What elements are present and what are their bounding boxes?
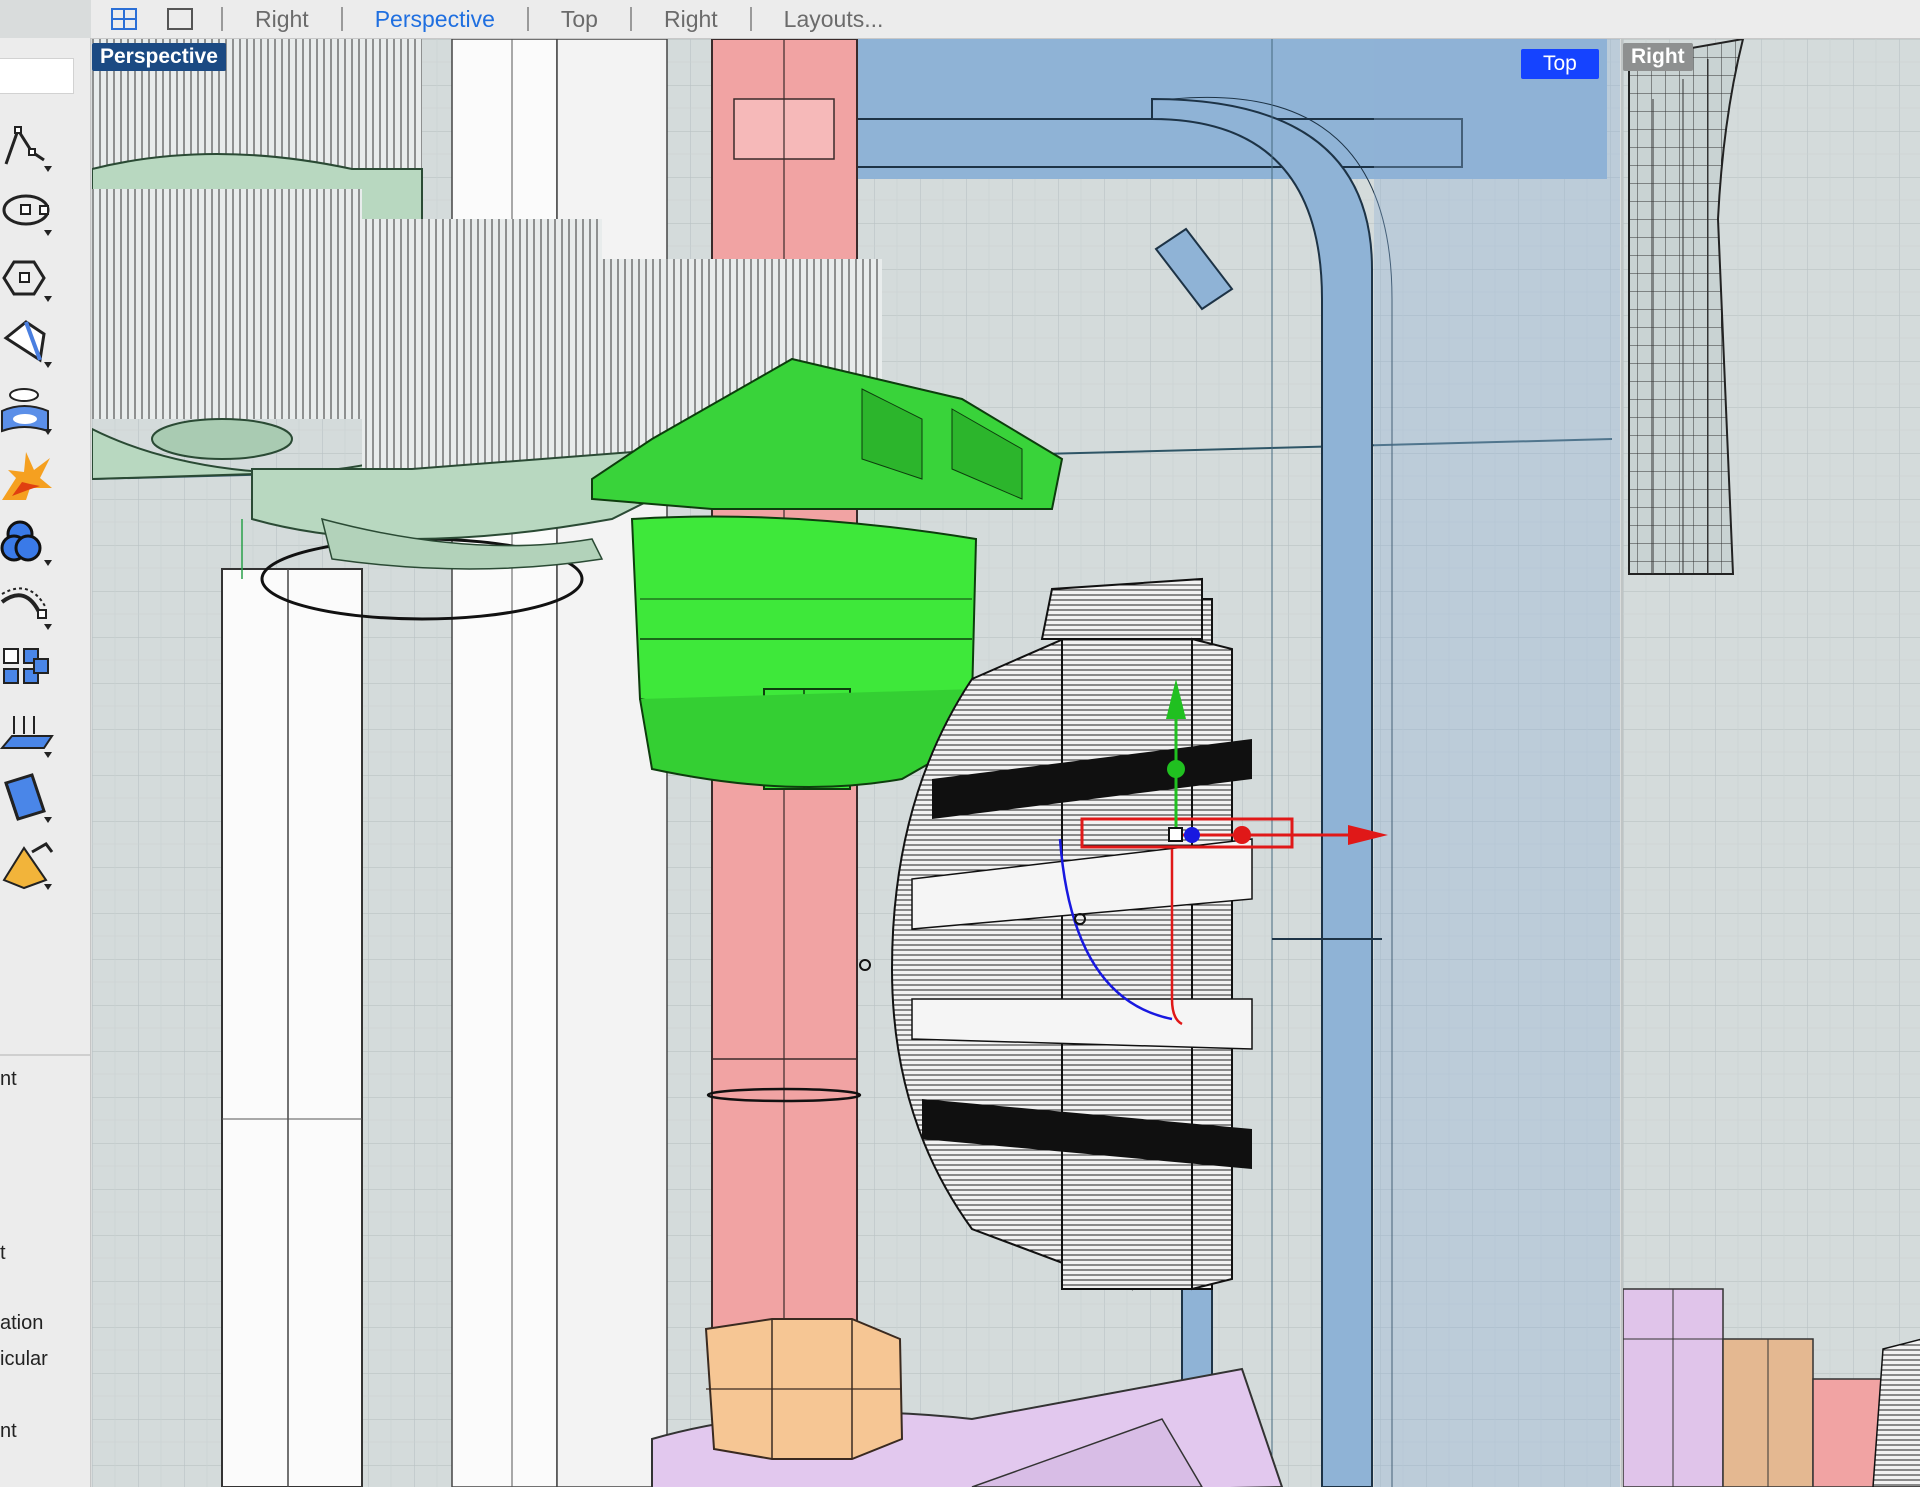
solid-icon[interactable] xyxy=(0,771,58,827)
polygon-icon[interactable] xyxy=(0,250,58,306)
osnap-label-2[interactable]: t xyxy=(0,1242,88,1265)
single-viewport-icon[interactable] xyxy=(163,4,197,34)
osnap-label-3[interactable]: ation xyxy=(0,1312,88,1335)
rhino-window: Right Perspective Top Right Layouts... n… xyxy=(0,0,1920,1487)
four-viewports-icon[interactable] xyxy=(107,4,141,34)
osnap-label-4[interactable]: icular xyxy=(0,1348,88,1371)
tab-divider xyxy=(221,7,223,31)
polyline-icon[interactable] xyxy=(0,120,58,176)
tab-right-2[interactable]: Right xyxy=(660,6,722,33)
right-viewport[interactable] xyxy=(1621,39,1920,1487)
right-scene xyxy=(1623,39,1920,1487)
osnap-label-5[interactable]: nt xyxy=(0,1420,88,1443)
circle-icon[interactable] xyxy=(0,184,58,240)
tab-layouts[interactable]: Layouts... xyxy=(780,6,888,33)
surface-icon[interactable] xyxy=(0,316,58,372)
tab-divider xyxy=(526,7,529,31)
explode-icon[interactable] xyxy=(0,448,58,504)
extrude-icon[interactable] xyxy=(0,706,58,762)
command-search-input[interactable] xyxy=(0,58,74,94)
tab-divider xyxy=(629,7,632,31)
perspective-scene xyxy=(92,39,1620,1487)
array-icon[interactable] xyxy=(0,641,58,697)
render-icon[interactable] xyxy=(0,838,58,894)
left-toolbar: nt t ation icular nt xyxy=(0,38,91,1487)
osnap-label-1[interactable]: nt xyxy=(0,1068,88,1091)
perspective-viewport-label[interactable]: Perspective xyxy=(92,43,226,71)
right-viewport-label[interactable]: Right xyxy=(1623,43,1693,71)
panel-divider xyxy=(0,1054,90,1056)
top-viewport-label[interactable]: Top xyxy=(1521,49,1599,79)
tab-perspective[interactable]: Perspective xyxy=(371,6,499,33)
tab-divider xyxy=(749,7,752,31)
fillet-icon[interactable] xyxy=(0,578,58,634)
viewport-tab-bar: Right Perspective Top Right Layouts... xyxy=(91,0,1920,39)
tab-top[interactable]: Top xyxy=(557,6,602,33)
boolean-icon[interactable] xyxy=(0,514,58,570)
cylinder-icon[interactable] xyxy=(0,383,58,439)
perspective-viewport[interactable] xyxy=(92,39,1620,1487)
tab-right[interactable]: Right xyxy=(251,6,313,33)
tab-divider xyxy=(340,7,343,31)
